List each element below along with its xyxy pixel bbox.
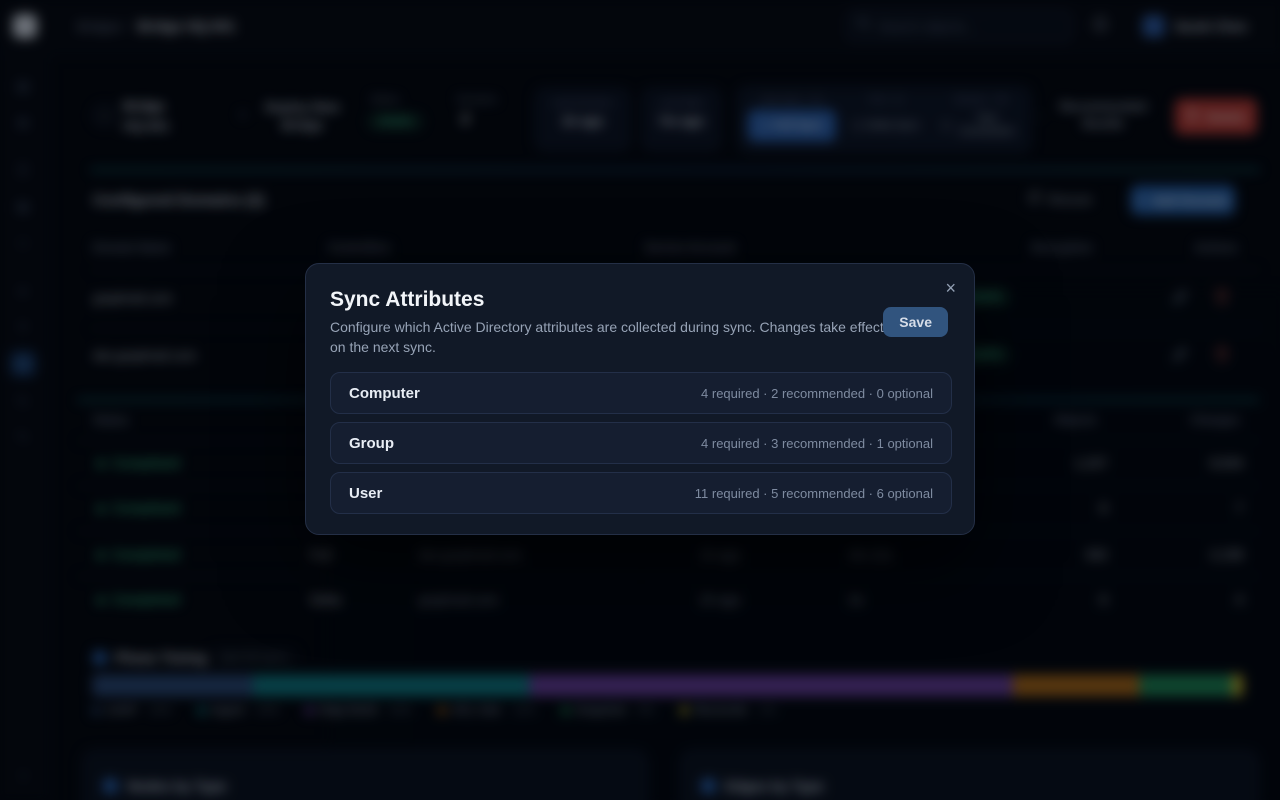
group-summary: 4 required · 2 recommended · 0 optional	[701, 386, 933, 401]
group-label: User	[349, 485, 382, 502]
group-summary: 4 required · 3 recommended · 1 optional	[701, 436, 933, 451]
app-window: Bridges / Bridge HQ-001 Search objects..…	[0, 0, 1280, 800]
sync-attributes-modal: Sync Attributes × Configure which Active…	[305, 263, 975, 535]
group-label: Group	[349, 435, 394, 452]
modal-description: Configure which Active Directory attribu…	[330, 317, 890, 358]
attribute-group-computer[interactable]: Computer 4 required · 2 recommended · 0 …	[330, 372, 952, 414]
save-button[interactable]: Save	[883, 307, 948, 337]
group-label: Computer	[349, 385, 420, 402]
attribute-group-group[interactable]: Group 4 required · 3 recommended · 1 opt…	[330, 422, 952, 464]
modal-title: Sync Attributes	[330, 288, 484, 312]
attribute-groups: Computer 4 required · 2 recommended · 0 …	[330, 372, 952, 514]
attribute-group-user[interactable]: User 11 required · 5 recommended · 6 opt…	[330, 472, 952, 514]
close-icon[interactable]: ×	[945, 278, 956, 299]
group-summary: 11 required · 5 recommended · 6 optional	[695, 486, 933, 501]
